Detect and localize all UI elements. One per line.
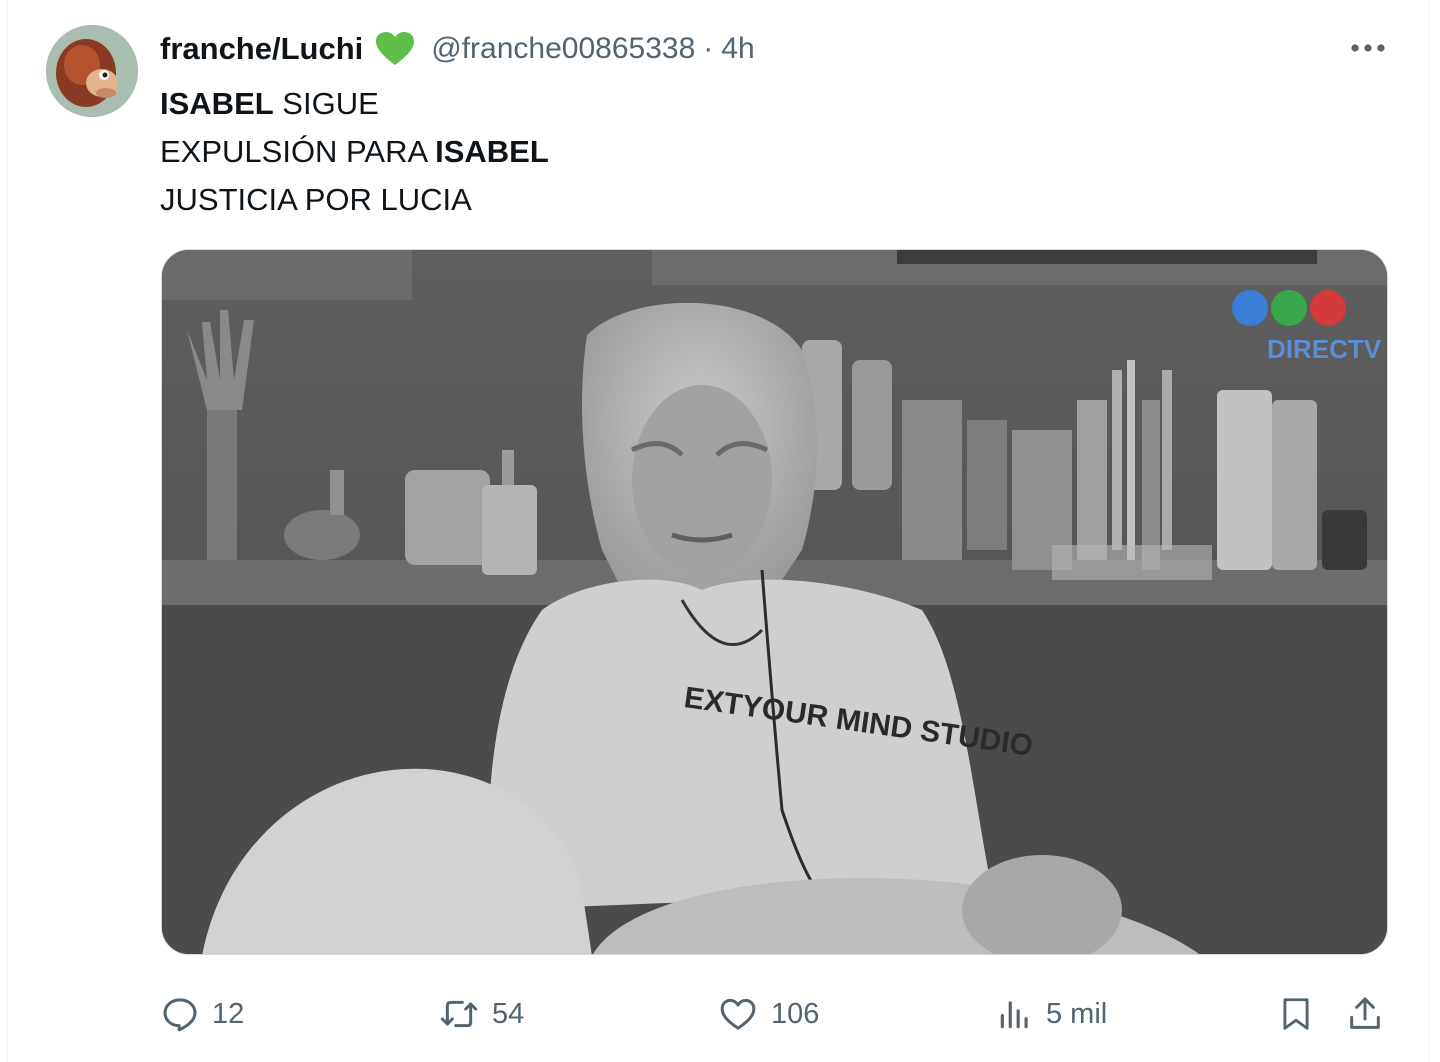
tweet-media-video[interactable]: EXTYOUR MIND STUDIO DIRECTV: [161, 249, 1388, 955]
bold-word: ISABEL: [160, 86, 274, 121]
tweet-header: franche/Luchi @franche00865338 · 4h: [160, 28, 755, 70]
separator-dot: ·: [703, 32, 714, 65]
author-name[interactable]: franche/Luchi: [160, 31, 363, 67]
repost-button[interactable]: 54: [438, 988, 524, 1040]
tweet-actions: 12 54 106 5 mil: [160, 988, 1390, 1040]
avatar-image: [46, 25, 138, 117]
like-count: 106: [771, 997, 820, 1030]
share-button[interactable]: [1345, 988, 1385, 1040]
like-icon: [717, 994, 759, 1034]
more-horizontal-icon[interactable]: [1346, 30, 1390, 66]
bookmark-icon: [1277, 993, 1315, 1035]
views-count: 5 mil: [1046, 997, 1108, 1030]
media-frame: EXTYOUR MIND STUDIO DIRECTV: [162, 250, 1387, 954]
green-heart-icon: [375, 31, 415, 67]
share-icon: [1345, 993, 1385, 1035]
bold-word: ISABEL: [435, 134, 549, 169]
tweet-line-2: EXPULSIÓN PARA ISABEL: [160, 128, 549, 176]
channel-watermark: DIRECTV: [1267, 334, 1382, 364]
reply-count: 12: [212, 997, 245, 1030]
views-icon: [996, 994, 1034, 1034]
line-text: EXPULSIÓN PARA: [160, 134, 436, 169]
author-handle[interactable]: @franche00865338: [431, 32, 695, 66]
repost-count: 54: [492, 997, 525, 1030]
repost-icon: [438, 994, 480, 1034]
avatar[interactable]: [46, 25, 138, 117]
views-button[interactable]: 5 mil: [996, 988, 1107, 1040]
tweet-line-3: JUSTICIA POR LUCIA: [160, 182, 472, 217]
bookmark-button[interactable]: [1277, 988, 1315, 1040]
timestamp[interactable]: 4h: [721, 32, 754, 66]
line-text: SIGUE: [273, 86, 379, 121]
tweet-line-1: ISABEL SIGUE: [160, 80, 549, 128]
reply-icon: [160, 994, 200, 1034]
tweet-text: ISABEL SIGUE EXPULSIÓN PARA ISABEL JUSTI…: [160, 80, 549, 224]
like-button[interactable]: 106: [717, 988, 819, 1040]
reply-button[interactable]: 12: [160, 988, 244, 1040]
